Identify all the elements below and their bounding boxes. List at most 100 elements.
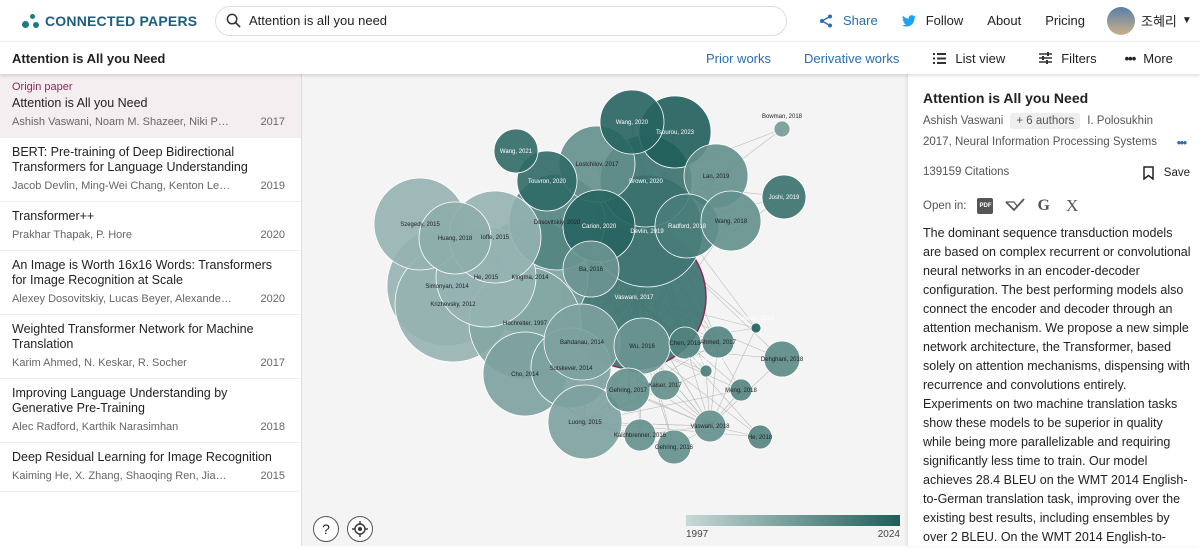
paper-list-item[interactable]: An Image is Worth 16x16 Words: Transform…	[0, 251, 301, 315]
legend-min: 1997	[686, 529, 709, 540]
list-view-label: List view	[955, 50, 1006, 66]
graph-node[interactable]	[750, 322, 762, 334]
year-legend: 1997 2024	[686, 515, 900, 540]
paper-authors: Ashish Vaswani, Noam M. Shazeer, Niki Pa…	[12, 116, 232, 128]
filters-button[interactable]: Filters	[1039, 50, 1097, 66]
open-in-label: Open in:	[923, 200, 967, 212]
graph-node-label: Gehring, 2016	[655, 445, 694, 451]
filters-icon	[1039, 52, 1053, 64]
graph-node-label: Hochreiter, 1997	[503, 321, 548, 327]
logo-icon	[22, 12, 40, 30]
save-button[interactable]: Save	[1143, 166, 1190, 180]
paper-list-item[interactable]: Weighted Transformer Network for Machine…	[0, 315, 301, 379]
derivative-works-button[interactable]: Derivative works	[804, 51, 899, 66]
first-author[interactable]: Ashish Vaswani	[923, 115, 1003, 127]
graph-node[interactable]	[773, 120, 791, 138]
search-box[interactable]	[215, 5, 787, 36]
graph-node-label: Dehghani, 2018	[761, 357, 804, 363]
paper-title: Weighted Transformer Network for Machine…	[12, 322, 254, 351]
paper-title: Improving Language Understanding by Gene…	[12, 386, 228, 415]
user-menu[interactable]: 조혜리 ▼	[1107, 6, 1192, 35]
graph-node-label: Ioffe, 2015	[481, 235, 510, 241]
google-scholar-icon[interactable]: G	[1037, 197, 1049, 215]
share-button[interactable]: Share	[819, 13, 878, 28]
year-gradient	[686, 515, 900, 526]
origin-paper-item[interactable]: Origin paper Attention is All you Need Ash…	[0, 74, 301, 138]
paper-list-item[interactable]: Improving Language Understanding by Gene…	[0, 379, 301, 443]
graph-node-label: Chen, 2018	[669, 341, 701, 347]
detail-venue-row: 2017, Neural Information Processing Syst…	[923, 136, 1200, 150]
paper-authors: Prakhar Thapak, P. Hore	[12, 229, 133, 241]
help-icon: ?	[322, 521, 330, 537]
graph-node-label: Krizhevsky, 2012	[430, 302, 476, 308]
logo[interactable]: CONNECTED PAPERS	[22, 12, 212, 30]
save-label: Save	[1163, 167, 1190, 179]
search-input[interactable]	[249, 13, 749, 28]
share-label: Share	[843, 13, 878, 28]
graph-node-label: Bahdanau, 2014	[560, 340, 605, 346]
graph-node-label: Szegedy, 2015	[400, 222, 440, 228]
paper-detail: Attention is All you Need Ashish Vaswani…	[908, 74, 1200, 546]
search-icon	[226, 13, 241, 28]
more-label: More	[1143, 50, 1173, 66]
graph-node-label: Dosovitskiy, 2020	[534, 220, 581, 226]
about-link[interactable]: About	[987, 13, 1021, 28]
graph-node-label: Huang, 2018	[438, 236, 473, 242]
paper-year: 2017	[260, 116, 285, 128]
crosshair-icon	[352, 521, 368, 537]
paper-authors: Alexey Dosovitskiy, Lucas Beyer, Alexand…	[12, 293, 232, 305]
paper-list-item[interactable]: BERT: Pre-training of Deep Bidirectional…	[0, 138, 301, 202]
prior-works-button[interactable]: Prior works	[706, 51, 771, 66]
bookmark-icon	[1143, 166, 1154, 180]
paper-year: 2019	[260, 180, 285, 192]
paper-title: Transformer++	[12, 209, 95, 223]
paper-authors: Jacob Devlin, Ming-Wei Chang, Kenton Lee…	[12, 180, 232, 192]
semantic-scholar-icon[interactable]	[1005, 198, 1026, 214]
graph-node-label: Kaiser, 2017	[648, 383, 682, 389]
paper-list-item[interactable]: Deep Residual Learning for Image Recogni…	[0, 443, 301, 492]
top-bar: CONNECTED PAPERS Share Follow About Pric…	[0, 0, 1200, 42]
recenter-button[interactable]	[347, 516, 373, 542]
graph-panel[interactable]: Bowman, 2018 Wang, 2020 Tsourou, 2023 Wang,…	[302, 74, 908, 546]
graph-node-label: Tsourou, 2023	[656, 130, 695, 136]
top-nav: Share Follow About Pricing 조혜리 ▼	[819, 6, 1192, 35]
filters-label: Filters	[1061, 50, 1097, 66]
detail-title[interactable]: Attention is All you Need	[923, 90, 1200, 106]
brand-name: CONNECTED PAPERS	[45, 12, 198, 29]
graph-node-label: Cho, 2014	[511, 372, 539, 378]
pricing-link[interactable]: Pricing	[1045, 13, 1085, 28]
more-authors-chip[interactable]: + 6 authors	[1010, 113, 1081, 129]
pdf-icon[interactable]: PDF	[977, 198, 994, 214]
graph-node-label: He, 2015	[474, 275, 499, 281]
graph-node-label: Bowman, 2018	[762, 114, 803, 120]
graph-node-label: Wu, 2016	[629, 344, 655, 350]
last-author[interactable]: I. Polosukhin	[1087, 115, 1153, 127]
graph-node-label: Sutskever, 2014	[549, 366, 593, 372]
list-view-button[interactable]: List view	[933, 51, 1005, 66]
paper-year: 2018	[260, 421, 285, 433]
citation-graph[interactable]: Bowman, 2018 Wang, 2020 Tsourou, 2023 Wang,…	[302, 74, 908, 546]
detail-venue: 2017, Neural Information Processing Syst…	[923, 136, 1157, 148]
paper-authors: Karim Ahmed, N. Keskar, R. Socher	[12, 357, 187, 369]
paper-list-item[interactable]: Transformer++ Prakhar Thapak, P. Hore 2020	[0, 202, 301, 251]
follow-button[interactable]: Follow	[901, 13, 963, 28]
paper-title: Deep Residual Learning for Image Recogni…	[12, 450, 272, 464]
x-icon[interactable]: X	[1066, 196, 1078, 216]
sub-bar: Attention is All you Need Prior works De…	[0, 42, 1200, 74]
graph-node[interactable]	[699, 364, 713, 378]
options-icon[interactable]: •••	[1177, 138, 1187, 150]
share-icon	[820, 14, 832, 27]
graph-node-label: Lan, 2019	[703, 174, 730, 180]
graph-node-label: Carion, 2020	[582, 224, 617, 230]
user-name: 조혜리	[1141, 14, 1177, 29]
twitter-icon	[901, 14, 916, 27]
more-button[interactable]: ••• More	[1125, 51, 1173, 66]
graph-node-label: Ba, 2016	[579, 267, 604, 273]
graph-node-label: Touvron, 2020	[528, 179, 567, 185]
graph-node-label: He, 2018	[748, 435, 773, 441]
graph-node-label: Radford, 2018	[668, 224, 707, 230]
detail-citations: 139159 Citations	[923, 166, 1010, 178]
graph-node-label: Wang, 2020	[616, 120, 649, 126]
paper-authors: Alec Radford, Karthik Narasimhan	[12, 421, 179, 433]
help-button[interactable]: ?	[313, 516, 339, 542]
